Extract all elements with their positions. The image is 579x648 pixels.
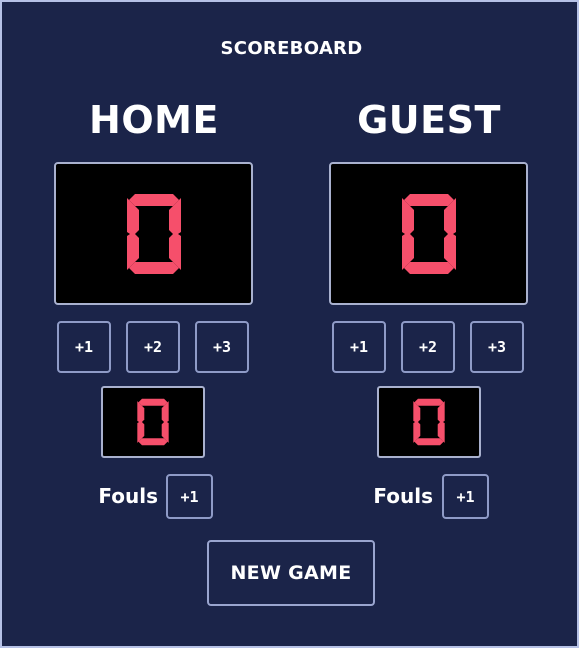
digit-segment-a (138, 398, 168, 406)
guest-add-foul-button[interactable]: +1 (442, 474, 489, 519)
home-fouls-label: Fouls (98, 484, 158, 508)
guest-add-3-button[interactable]: +3 (470, 321, 524, 373)
guest-team-name: GUEST (357, 98, 501, 142)
guest-score-display (329, 162, 528, 305)
home-add-1-button[interactable]: +1 (57, 321, 111, 373)
digit-segment-d (128, 261, 179, 274)
guest-fouls-display (377, 386, 481, 458)
digit-segment-d (403, 261, 454, 274)
digit-segment-a (414, 398, 444, 406)
home-score-display (54, 162, 253, 305)
digit-segment-d (138, 438, 168, 446)
home-add-2-button[interactable]: +2 (126, 321, 180, 373)
guest-add-1-button[interactable]: +1 (332, 321, 386, 373)
home-score-digit (126, 193, 181, 274)
home-fouls-digit (137, 398, 169, 446)
scoreboard-app: SCOREBOARD HOME +1 +2 +3 Fouls +1 GUEST … (0, 0, 579, 648)
home-add-3-button[interactable]: +3 (195, 321, 249, 373)
home-team-name: HOME (89, 98, 219, 142)
app-title: SCOREBOARD (220, 38, 363, 59)
digit-segment-d (414, 438, 444, 446)
guest-add-2-button[interactable]: +2 (401, 321, 455, 373)
new-game-button[interactable]: NEW GAME (207, 540, 375, 606)
guest-fouls-digit (413, 398, 445, 446)
home-add-foul-button[interactable]: +1 (166, 474, 213, 519)
digit-segment-a (403, 193, 454, 206)
digit-segment-a (128, 193, 179, 206)
guest-fouls-label: Fouls (373, 484, 433, 508)
guest-score-digit (401, 193, 456, 274)
home-fouls-display (101, 386, 205, 458)
